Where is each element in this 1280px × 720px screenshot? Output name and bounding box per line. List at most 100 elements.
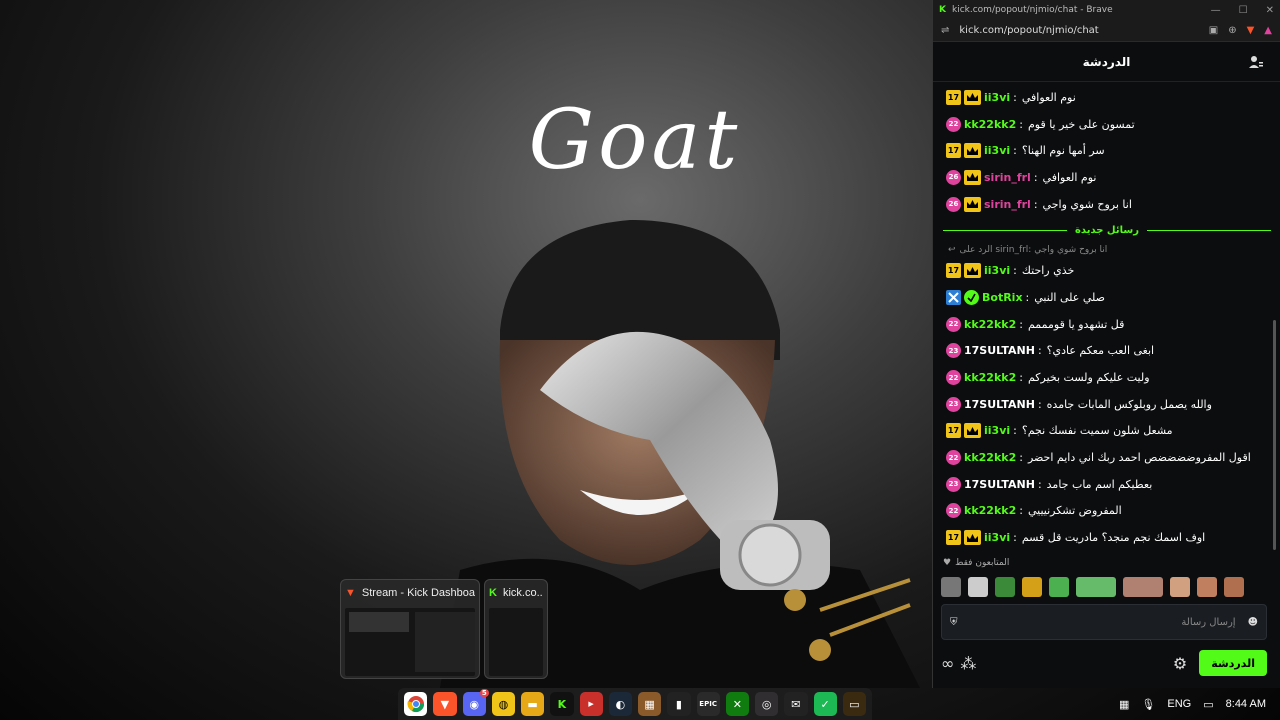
chat-message[interactable]: 26 sirin_frl: نوم العوافي (933, 164, 1280, 191)
mail-icon[interactable]: ✉ (784, 692, 808, 716)
emote[interactable] (995, 577, 1015, 597)
chat-input[interactable]: ⛨ إرسال رسالة ☻ (941, 604, 1267, 640)
crown-icon (964, 423, 981, 439)
chat-username[interactable]: BotRix (982, 291, 1023, 304)
language-indicator[interactable]: ENG (1167, 698, 1191, 710)
chat-username[interactable]: ii3vi (984, 144, 1010, 157)
network-icon[interactable]: ▭ (1203, 698, 1213, 711)
chat-title: الدردشة (1082, 54, 1131, 69)
chat-username[interactable]: ii3vi (984, 264, 1010, 277)
users-icon[interactable] (1248, 54, 1264, 73)
translate-icon[interactable]: ▣ (1209, 25, 1218, 36)
chat-message[interactable]: 17 ii3vi: اوف اسمك نجم منجد؟ مادريت قل قسم (933, 524, 1280, 551)
minimize-icon[interactable]: — (1211, 5, 1221, 16)
chat-username[interactable]: ii3vi (984, 424, 1010, 437)
chat-username[interactable]: 17SULTANH (964, 398, 1035, 411)
file-explorer-icon[interactable]: ▬ (521, 692, 545, 716)
zoom-icon[interactable]: ⊕ (1228, 25, 1236, 36)
chat-message[interactable]: 17 ii3vi: خذي راحتك (933, 257, 1280, 284)
terminal-icon[interactable]: ▮ (667, 692, 691, 716)
chat-message[interactable]: 17 ii3vi: سر أمها نوم الهنا؟ (933, 137, 1280, 164)
chat-username[interactable]: kk22kk2 (964, 504, 1016, 517)
chat-message[interactable]: 23 17SULTANH: بعطيكم اسم ماب جامد (933, 471, 1280, 498)
chat-message-text: قل تشهدو يا قومممم (1027, 317, 1125, 331)
steam-icon[interactable]: ◐ (608, 692, 632, 716)
chat-message[interactable]: 22 kk22kk2: قل تشهدو يا قومممم (933, 311, 1280, 338)
chat-message[interactable]: 17 ii3vi: مشعل شلون سميت نفسك نجم؟ (933, 418, 1280, 445)
subscriber-badge: 17 (946, 423, 961, 439)
tray-apps-icon[interactable]: ▦ (1119, 698, 1129, 711)
capcut-icon[interactable]: ▶ (579, 692, 603, 716)
chat-message[interactable]: 17 ii3vi: نوم العوافي (933, 84, 1280, 111)
browser-titlebar: K kick.com/popout/njmio/chat - Brave — ☐… (933, 0, 1280, 20)
xbox-icon[interactable]: ✕ (725, 692, 749, 716)
chat-username[interactable]: kk22kk2 (964, 318, 1016, 331)
taskbar-thumbnail-stream[interactable]: ▼ Stream - Kick Dashboard... (340, 579, 480, 679)
chat-message[interactable]: BotRix: صلي على النبي (933, 284, 1280, 311)
settings-icon[interactable]: ⚙ (1173, 654, 1187, 673)
chat-username[interactable]: kk22kk2 (964, 451, 1016, 464)
emote[interactable] (1076, 577, 1116, 597)
emote[interactable] (1022, 577, 1042, 597)
brave-shields-icon[interactable]: ▼ (1247, 25, 1255, 36)
discord-icon[interactable]: ◉ 5 (462, 689, 489, 716)
chat-message-text: نوم العوافي (1042, 170, 1097, 184)
emoji-icon[interactable]: ☻ (1248, 617, 1258, 628)
brave-rewards-icon[interactable]: ▲ (1264, 25, 1272, 36)
emote[interactable] (941, 577, 961, 597)
game-icon[interactable]: ▦ (638, 692, 662, 716)
new-messages-divider: رسائل جديدة (933, 217, 1280, 243)
chat-username[interactable]: 17SULTANH (964, 478, 1035, 491)
emote[interactable] (1197, 577, 1217, 597)
infinity-icon[interactable]: ∞ (941, 654, 954, 673)
points-icon[interactable]: ⁂ (960, 654, 976, 673)
microphone-icon[interactable]: 🎙 (1141, 698, 1155, 711)
chat-username[interactable]: kk22kk2 (964, 371, 1016, 384)
emote[interactable] (1049, 577, 1069, 597)
chat-message[interactable]: 22 kk22kk2: اقول المفروضضضضص احمد ربك اني … (933, 444, 1280, 471)
username-separator: : (1019, 317, 1023, 331)
chat-scrollbar[interactable] (1273, 320, 1276, 550)
shield-icon[interactable]: ⛨ (950, 617, 958, 628)
subscriber-badge: 22 (946, 450, 961, 466)
maximize-icon[interactable]: ☐ (1239, 5, 1248, 16)
address-bar[interactable]: ⇌ kick.com/popout/njmio/chat ▣ ⊕ ▼ ▲ (933, 20, 1280, 42)
emote[interactable] (1123, 577, 1163, 597)
emote[interactable] (1170, 577, 1190, 597)
chrome-icon[interactable] (404, 692, 428, 716)
chat-message[interactable]: 22 kk22kk2: تمسون على خير يا قوم (933, 111, 1280, 138)
chat-username[interactable]: ii3vi (984, 91, 1010, 104)
kick-icon: K (939, 5, 946, 15)
reply-preview[interactable]: ↩ الرد على sirin_frl: انا بروح شوي واجي (933, 243, 1280, 257)
emote[interactable] (1224, 577, 1244, 597)
url-text[interactable]: kick.com/popout/njmio/chat (959, 25, 1098, 36)
site-settings-icon[interactable]: ⇌ (941, 25, 949, 36)
brave-icon[interactable]: ▼ (433, 692, 457, 716)
reply-icon: ↩ (948, 245, 956, 256)
chat-username[interactable]: 17SULTANH (964, 344, 1035, 357)
obs-icon[interactable]: ◎ (755, 692, 779, 716)
app-dark-icon[interactable]: ▭ (842, 692, 866, 716)
folder-icon[interactable]: ◍ (491, 692, 515, 716)
emote[interactable] (968, 577, 988, 597)
chat-username[interactable]: sirin_frl (984, 171, 1031, 184)
chat-username[interactable]: ii3vi (984, 531, 1010, 544)
chat-message[interactable]: 22 kk22kk2: المفروض تشكرنيييي (933, 498, 1280, 525)
kick-icon[interactable]: K (550, 692, 574, 716)
epic-icon[interactable]: EPIC (696, 692, 720, 716)
chat-message[interactable]: 23 17SULTANH: والله يصمل روبلوكس المابات ج… (933, 391, 1280, 418)
chat-send-button[interactable]: الدردشة (1199, 650, 1267, 676)
chat-username[interactable]: kk22kk2 (964, 118, 1016, 131)
chat-message[interactable]: 26 sirin_frl: انا بروح شوي واجي (933, 191, 1280, 218)
chat-message[interactable]: 22 kk22kk2: وليت عليكم ولست بخيركم (933, 364, 1280, 391)
subscriber-badge: 17 (946, 143, 961, 159)
chat-message-text: نوم العوافي (1021, 90, 1076, 104)
taskbar-thumbnail-kick[interactable]: K kick.co... (484, 579, 548, 679)
clock[interactable]: 8:44 AM (1226, 698, 1266, 710)
app-green-icon[interactable]: ✓ (813, 692, 837, 716)
chat-message[interactable]: 23 17SULTANH: ابغى العب معكم عادي؟ (933, 338, 1280, 365)
chat-username[interactable]: sirin_frl (984, 198, 1031, 211)
thumbnail-title: Stream - Kick Dashboard... (361, 587, 475, 599)
close-icon[interactable]: ✕ (1266, 5, 1274, 16)
username-separator: : (1033, 197, 1038, 211)
